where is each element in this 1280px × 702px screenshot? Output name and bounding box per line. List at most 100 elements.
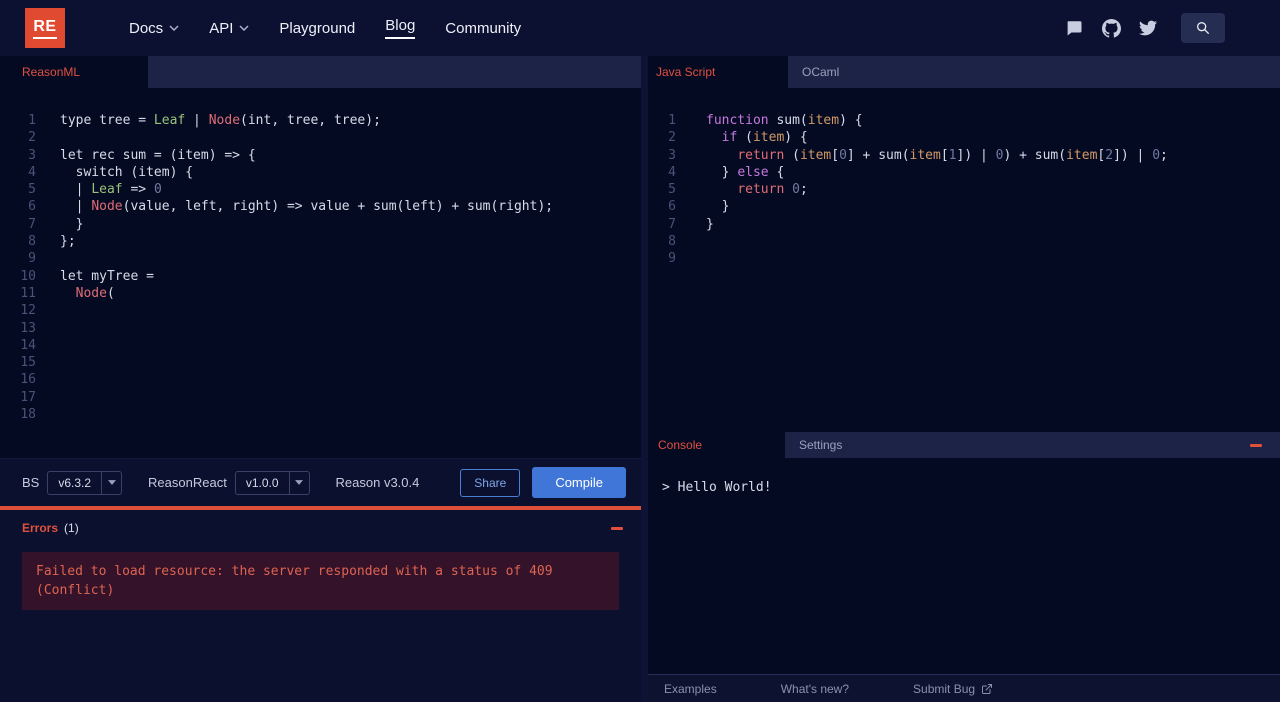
code-text: return (item[0] + sum(item[1]) | 0) + su… [737, 147, 1168, 163]
code-text: function sum(item) { [706, 113, 863, 128]
errors-count: (1) [64, 521, 79, 535]
console-tabbar: Console Settings [648, 432, 1280, 458]
code-line: 2 if (item) { [648, 129, 1280, 146]
nav-item-community[interactable]: Community [445, 20, 521, 37]
nav-icons [1064, 13, 1225, 43]
bs-version-select[interactable]: v6.3.2 [47, 470, 123, 495]
code-line: 4 switch (item) { [0, 164, 641, 181]
nav-item-api[interactable]: API [209, 20, 249, 37]
search-icon [1197, 21, 1209, 34]
main-area: ReasonML 1 type tree = Leaf | Node(int, t… [0, 56, 1280, 702]
code-line: 3 let rec sum = (item) => { [0, 147, 641, 164]
code-text: switch (item) { [60, 164, 194, 180]
navbar: RE Docs API Playground Blog Community [0, 0, 1280, 56]
code-line: 2 [0, 129, 641, 146]
code-line: 9 [648, 250, 1280, 267]
tab-reasonml[interactable]: ReasonML [0, 56, 148, 88]
console-output: > Hello World! [662, 480, 772, 495]
line-number: 4 [668, 164, 676, 180]
line-number: 5 [28, 182, 36, 198]
errors-title: Errors [22, 521, 59, 535]
footer-link-examples[interactable]: Examples [664, 682, 717, 696]
code-text: type tree = Leaf | Node(int, tree, tree)… [60, 113, 381, 128]
minus-icon [611, 526, 623, 530]
footer-link-whats-new[interactable]: What's new? [781, 682, 849, 696]
line-number: 5 [668, 182, 676, 198]
discord-icon[interactable] [1064, 18, 1084, 38]
line-number: 15 [20, 355, 36, 371]
nav-item-docs[interactable]: Docs [129, 20, 179, 37]
line-number: 7 [668, 216, 676, 232]
error-message: Failed to load resource: the server resp… [22, 552, 619, 610]
code-line: 6 | Node(value, left, right) => value + … [0, 198, 641, 215]
code-text: | Leaf => 0 [60, 182, 162, 198]
twitter-icon[interactable] [1138, 18, 1158, 38]
reason-editor[interactable]: 1 type tree = Leaf | Node(int, tree, tree… [0, 88, 641, 458]
code-line: 5 | Leaf => 0 [0, 181, 641, 198]
minus-icon [1250, 443, 1262, 447]
line-number: 2 [28, 130, 36, 146]
tab-ocaml[interactable]: OCaml [788, 56, 853, 88]
code-text: } [706, 199, 730, 215]
line-number: 4 [28, 164, 36, 180]
tab-javascript[interactable]: Java Script [648, 56, 788, 88]
collapse-console-button[interactable] [1248, 437, 1264, 453]
code-line: 18 [0, 406, 641, 423]
code-text: return 0; [737, 182, 808, 198]
line-number: 6 [668, 199, 676, 215]
compile-button[interactable]: Compile [532, 467, 626, 498]
search-button[interactable] [1181, 13, 1225, 43]
line-number: 12 [20, 303, 36, 319]
line-number: 6 [28, 199, 36, 215]
code-line: 8 [648, 233, 1280, 250]
line-number: 13 [20, 320, 36, 336]
code-line: 16 [0, 371, 641, 388]
code-text: let myTree = [60, 268, 154, 284]
line-number: 3 [28, 147, 36, 163]
code-line: 1 function sum(item) { [648, 112, 1280, 129]
code-line: 7 } [0, 216, 641, 233]
code-line: 3 return (item[0] + sum(item[1]) | 0) + … [648, 147, 1280, 164]
errors-panel-filler [0, 610, 641, 702]
nav-links: Docs API Playground Blog Community [129, 17, 521, 39]
line-number: 2 [668, 130, 676, 146]
external-link-icon [982, 683, 993, 694]
nav-item-playground[interactable]: Playground [279, 20, 355, 37]
console-footer: Examples What's new? Submit Bug [648, 674, 1280, 702]
chevron-down-icon [169, 25, 179, 31]
code-text: }; [60, 234, 76, 250]
tab-settings[interactable]: Settings [785, 432, 856, 458]
javascript-output-editor[interactable]: 1 function sum(item) {2 if (item) {3 retu… [648, 88, 1280, 432]
line-number: 8 [668, 234, 676, 250]
code-line: 1 type tree = Leaf | Node(int, tree, tree… [0, 112, 641, 129]
code-line: 8}; [0, 233, 641, 250]
line-number: 11 [20, 285, 36, 301]
code-text: | Node(value, left, right) => value + su… [60, 199, 554, 215]
code-text: } [60, 216, 84, 232]
output-panel: Java Script OCaml 1 function sum(item) {2… [648, 56, 1280, 702]
tab-console[interactable]: Console [648, 432, 785, 458]
panel-divider[interactable] [641, 56, 648, 702]
line-number: 16 [20, 372, 36, 388]
code-line: 17 [0, 389, 641, 406]
nav-item-blog[interactable]: Blog [385, 17, 416, 39]
github-icon[interactable] [1101, 18, 1121, 38]
collapse-errors-button[interactable] [609, 520, 625, 536]
reason-logo[interactable]: RE [25, 8, 65, 48]
code-line: 7} [648, 216, 1280, 233]
chevron-down-icon [101, 471, 121, 494]
line-number: 7 [28, 216, 36, 232]
code-line: 14 [0, 337, 641, 354]
code-text: if (item) { [721, 130, 808, 146]
reasonreact-label: ReasonReact [148, 475, 227, 490]
share-button[interactable]: Share [460, 468, 521, 497]
line-number: 18 [20, 407, 36, 423]
footer-link-submit-bug[interactable]: Submit Bug [913, 682, 993, 696]
logo-text: RE [33, 18, 57, 39]
code-line: 15 [0, 354, 641, 371]
code-line: 10 let myTree = [0, 268, 641, 285]
reason-version-label: Reason v3.0.4 [335, 475, 420, 490]
reasonreact-version-select[interactable]: v1.0.0 [234, 470, 310, 495]
code-line: 13 [0, 320, 641, 337]
code-text: let rec sum = (item) => { [60, 147, 256, 163]
